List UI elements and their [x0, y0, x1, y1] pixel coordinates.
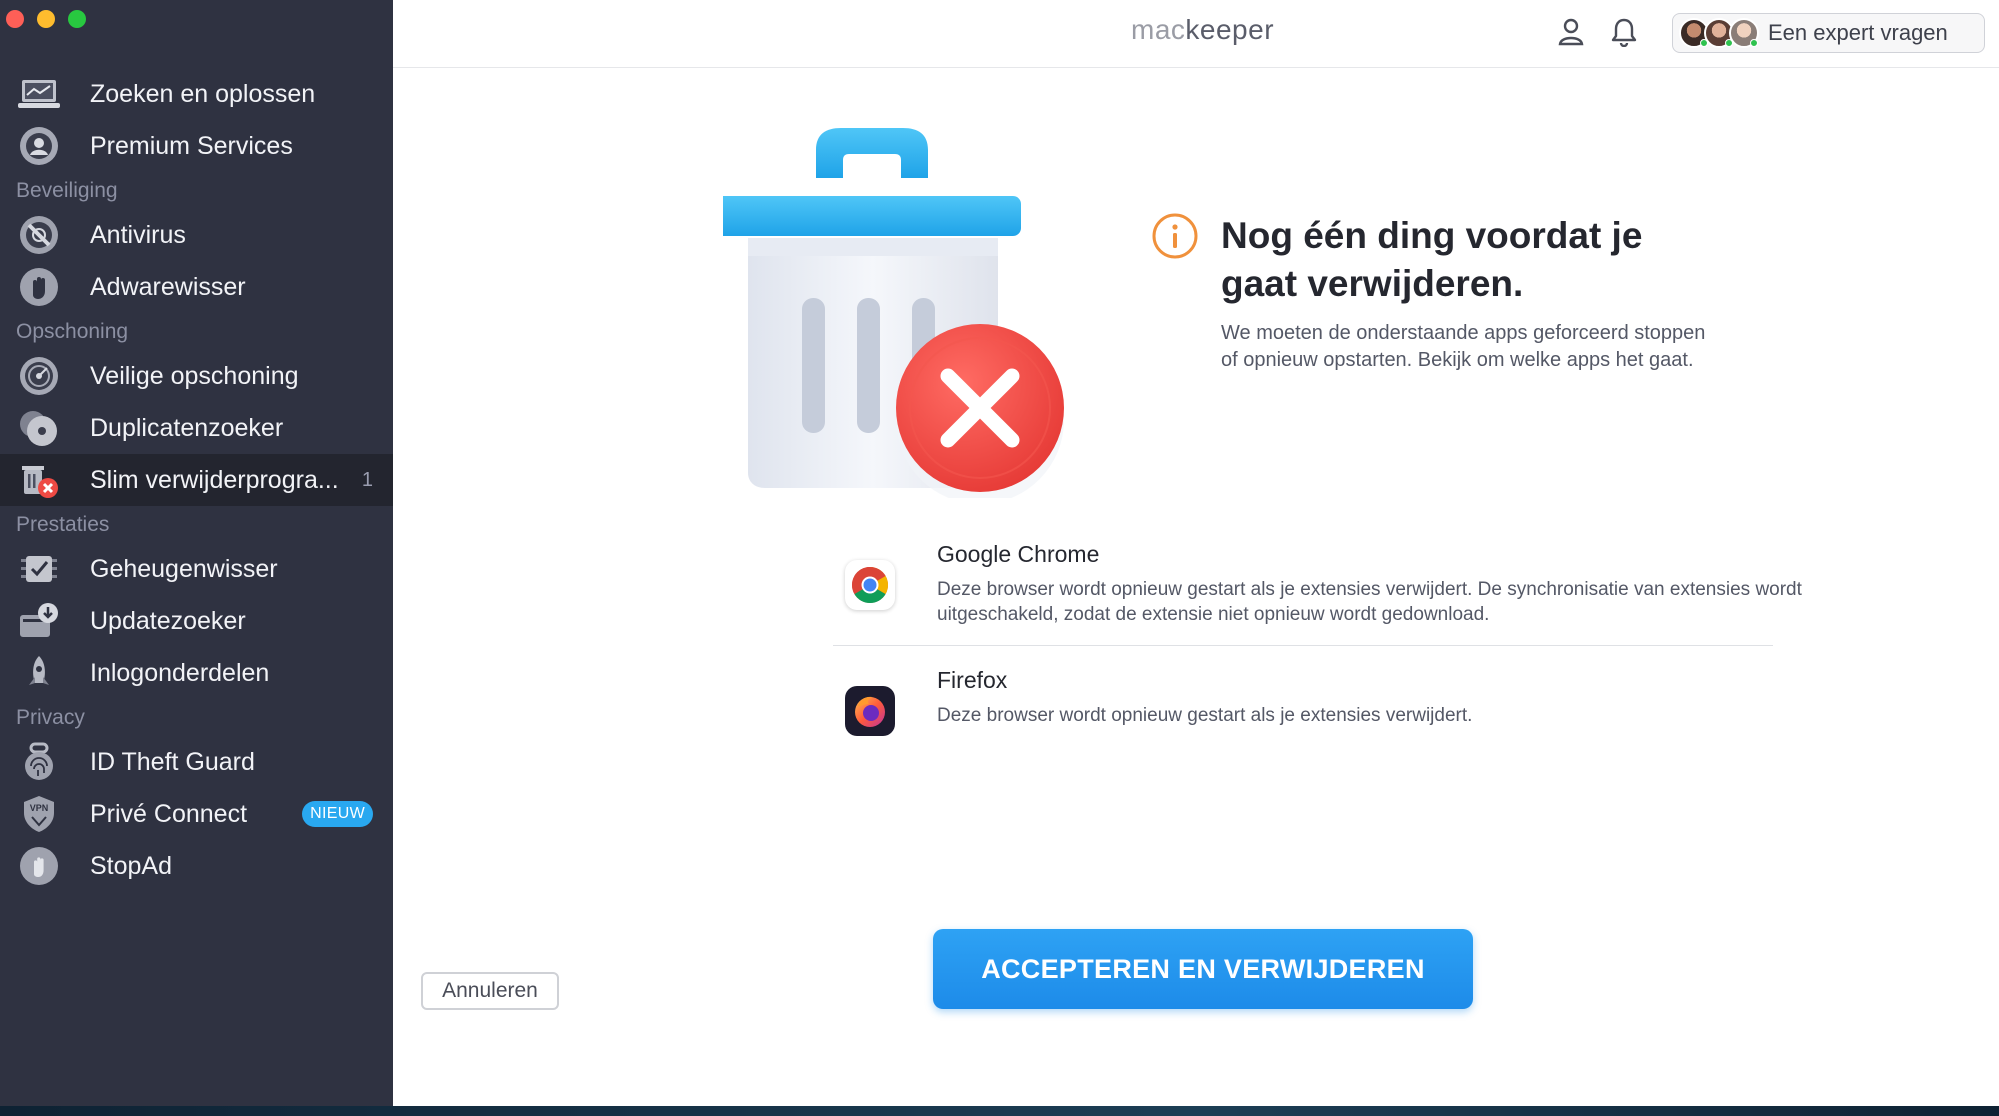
sidebar: Zoeken en oplossen Premium Services Beve…: [0, 0, 393, 1106]
main-panel: mackeeper Een expert vragen Nog één ding…: [393, 0, 1999, 1106]
sidebar-item-label: Slim verwijderprogra...: [90, 465, 339, 494]
antivirus-icon: [18, 214, 60, 256]
list-item: Firefox Deze browser wordt opnieuw gesta…: [833, 646, 1773, 736]
memory-chip-icon: [18, 548, 60, 590]
trash-illustration: [716, 68, 1103, 504]
section-header-opschoning: Opschoning: [16, 319, 129, 343]
sidebar-item-label: StopAd: [90, 851, 173, 880]
sidebar-item-label: Antivirus: [90, 220, 186, 249]
app-window: Zoeken en oplossen Premium Services Beve…: [0, 0, 1999, 1106]
sidebar-item-zoeken[interactable]: Zoeken en oplossen: [0, 68, 393, 120]
svg-text:VPN: VPN: [30, 803, 49, 813]
smart-uninstaller-icon: [18, 459, 60, 501]
list-item: Google Chrome Deze browser wordt opnieuw…: [833, 538, 1802, 646]
app-description: Deze browser wordt opnieuw gestart als j…: [937, 579, 1802, 625]
sidebar-item-slim-verwijderprogramma[interactable]: Slim verwijderprogra... 1: [0, 454, 393, 506]
sidebar-item-label: Duplicatenzoeker: [90, 413, 284, 442]
sidebar-item-label: Geheugenwisser: [90, 554, 278, 583]
sidebar-item-antivirus[interactable]: Antivirus: [0, 209, 393, 261]
item-count: 1: [361, 468, 373, 491]
user-account-icon[interactable]: [1556, 17, 1586, 52]
desktop-background: [0, 1106, 1999, 1116]
close-window-button[interactable]: [6, 10, 24, 28]
disk-clean-icon: [18, 355, 60, 397]
chrome-icon: [845, 560, 895, 610]
fingerprint-icon: [18, 741, 60, 783]
section-header-privacy: Privacy: [16, 705, 85, 729]
section-header-prestaties: Prestaties: [16, 512, 110, 536]
sidebar-item-label: Zoeken en oplossen: [90, 79, 316, 108]
expert-avatars: [1679, 18, 1759, 48]
sidebar-item-premium-services[interactable]: Premium Services: [0, 120, 393, 172]
sidebar-item-geheugenwisser[interactable]: Geheugenwisser: [0, 543, 393, 595]
info-icon: [1151, 212, 1199, 265]
dialog-title: Nog één ding voordat je gaat verwijderen…: [1221, 215, 1643, 304]
update-download-icon: [18, 600, 60, 642]
apps-list: Google Chrome Deze browser wordt opnieuw…: [833, 538, 1802, 736]
rocket-icon: [18, 652, 60, 694]
mackeeper-logo: mackeeper: [1131, 14, 1275, 45]
sidebar-item-label: Privé Connect: [90, 799, 248, 828]
app-description: Deze browser wordt opnieuw gestart als j…: [937, 705, 1473, 726]
sidebar-item-stopad[interactable]: StopAd: [0, 840, 393, 892]
sidebar-item-id-theft-guard[interactable]: ID Theft Guard: [0, 736, 393, 788]
ask-expert-label: Een expert vragen: [1768, 20, 1948, 45]
sidebar-item-label: Veilige opschoning: [90, 361, 299, 390]
bell-icon[interactable]: [1610, 17, 1638, 52]
sidebar-nav: Zoeken en oplossen Premium Services Beve…: [0, 68, 393, 892]
sidebar-item-duplicatenzoeker[interactable]: Duplicatenzoeker: [0, 402, 393, 454]
sidebar-item-label: Updatezoeker: [90, 606, 246, 635]
top-bar: mackeeper Een expert vragen: [393, 0, 1999, 68]
sidebar-item-label: ID Theft Guard: [90, 747, 255, 776]
sidebar-item-updatezoeker[interactable]: Updatezoeker: [0, 595, 393, 647]
avatar: [1729, 18, 1759, 48]
laptop-scan-icon: [18, 73, 60, 115]
new-badge: NIEUW: [302, 801, 373, 827]
sidebar-item-prive-connect[interactable]: VPN Privé Connect NIEUW: [0, 788, 393, 840]
vpn-shield-icon: VPN: [18, 793, 60, 835]
duplicate-disks-icon: [18, 407, 60, 449]
sidebar-item-veilige-opschoning[interactable]: Veilige opschoning: [0, 350, 393, 402]
app-name: Google Chrome: [937, 541, 1100, 567]
hand-stop-icon: [18, 266, 60, 308]
section-header-beveiliging: Beveiliging: [16, 178, 118, 202]
minimize-window-button[interactable]: [37, 10, 55, 28]
ask-expert-button[interactable]: Een expert vragen: [1672, 13, 1985, 53]
zoom-window-button[interactable]: [68, 10, 86, 28]
accept-and-remove-button[interactable]: ACCEPTEREN EN VERWIJDEREN: [933, 929, 1473, 1009]
sidebar-item-label: Inlogonderdelen: [90, 658, 270, 687]
premium-support-icon: [18, 125, 60, 167]
app-name: Firefox: [937, 667, 1008, 693]
dialog-subtitle: We moeten de onderstaande apps geforceer…: [1221, 322, 1706, 371]
firefox-icon: [845, 686, 895, 736]
cancel-button[interactable]: Annuleren: [421, 972, 559, 1010]
stop-hand-icon: [18, 845, 60, 887]
sidebar-item-inlogonderdelen[interactable]: Inlogonderdelen: [0, 647, 393, 699]
sidebar-item-adwarewisser[interactable]: Adwarewisser: [0, 261, 393, 313]
sidebar-item-label: Premium Services: [90, 131, 293, 160]
window-controls: [6, 10, 86, 28]
sidebar-item-label: Adwarewisser: [90, 272, 246, 301]
